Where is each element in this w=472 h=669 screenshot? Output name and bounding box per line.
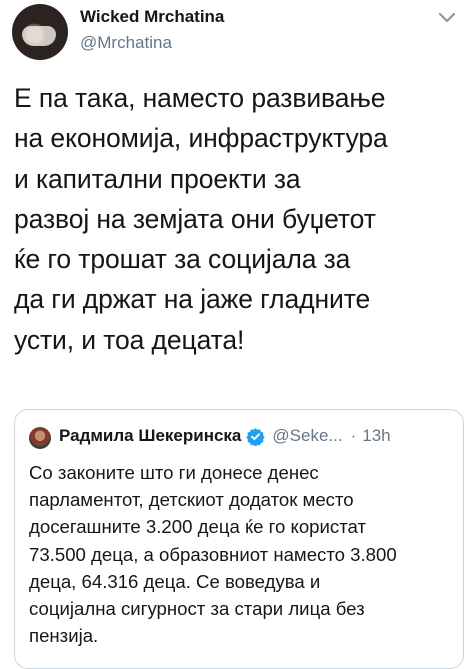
user-handle[interactable]: @Mrchatina xyxy=(80,33,172,53)
verified-badge-icon xyxy=(246,427,266,447)
quoted-display-name[interactable]: Радмила Шекеринска xyxy=(59,426,241,446)
quoted-timestamp[interactable]: 13h xyxy=(362,426,390,446)
avatar[interactable] xyxy=(12,4,68,60)
chevron-down-icon[interactable] xyxy=(436,10,458,26)
quoted-handle[interactable]: @Seke... xyxy=(272,426,342,446)
separator-dot: · xyxy=(350,426,357,445)
quoted-avatar[interactable] xyxy=(29,427,51,449)
display-name[interactable]: Wicked Mrchatina xyxy=(80,7,224,27)
quoted-tweet-text: Со законите што ги донесе денес парламен… xyxy=(29,462,397,647)
quoted-tweet-header: Радмила Шекеринска @Seke... · 13h xyxy=(59,426,391,447)
tweet: Wicked Mrchatina @Mrchatina Е па така, н… xyxy=(0,0,472,669)
quoted-tweet-card[interactable]: Радмила Шекеринска @Seke... · 13h Со зак… xyxy=(14,409,464,669)
tweet-text: Е па така, наместо развивање на економиј… xyxy=(14,83,388,355)
